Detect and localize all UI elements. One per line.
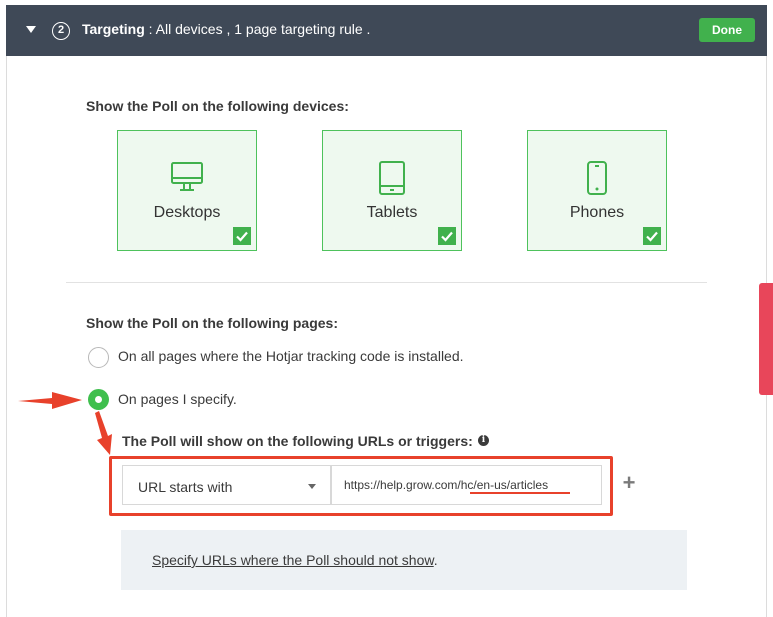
device-label-phones: Phones: [569, 204, 625, 221]
check-icon: [643, 227, 661, 245]
done-button[interactable]: Done: [699, 18, 755, 42]
section-divider: [66, 282, 707, 283]
check-icon: [233, 227, 251, 245]
desktop-icon: [171, 162, 203, 191]
header-title-summary: : All devices , 1 page targeting rule .: [144, 21, 371, 37]
device-label-desktops: Desktops: [153, 204, 221, 221]
chevron-down-icon: [308, 484, 316, 489]
device-card-phones[interactable]: Phones: [527, 130, 667, 251]
header-title-bold: Targeting: [82, 21, 145, 37]
exclude-urls-suffix: .: [433, 552, 438, 568]
device-label-tablets: Tablets: [366, 204, 418, 221]
radio-all-pages[interactable]: [88, 347, 109, 368]
header-title: Targeting : All devices , 1 page targeti…: [82, 21, 370, 37]
step-number-badge: 2: [52, 22, 70, 40]
exclude-urls-box: Specify URLs where the Poll should not s…: [121, 530, 687, 590]
targeting-header[interactable]: 2 Targeting : All devices , 1 page targe…: [6, 5, 767, 56]
radio-specific-pages[interactable]: [88, 389, 109, 410]
devices-heading: Show the Poll on the following devices:: [86, 98, 349, 114]
info-icon[interactable]: i: [478, 435, 489, 446]
url-match-select-value: URL starts with: [138, 479, 233, 495]
feedback-side-tab[interactable]: [759, 283, 773, 395]
exclude-urls-link[interactable]: Specify URLs where the Poll should not s…: [152, 552, 434, 568]
device-card-desktops[interactable]: Desktops: [117, 130, 257, 251]
tablet-icon: [379, 161, 405, 195]
device-card-tablets[interactable]: Tablets: [322, 130, 462, 251]
url-rules-heading: The Poll will show on the following URLs…: [122, 433, 473, 449]
collapse-caret-icon[interactable]: [26, 26, 36, 33]
url-match-select[interactable]: URL starts with: [122, 465, 331, 505]
radio-specific-pages-label: On pages I specify.: [118, 391, 237, 407]
add-rule-plus-icon[interactable]: +: [620, 472, 638, 494]
pages-heading: Show the Poll on the following pages:: [86, 315, 338, 331]
url-input[interactable]: [331, 465, 602, 505]
phone-icon: [587, 161, 607, 195]
radio-all-pages-label: On all pages where the Hotjar tracking c…: [118, 348, 464, 364]
annotation-underline: [470, 492, 570, 494]
check-icon: [438, 227, 456, 245]
exclude-urls-text: Specify URLs where the Poll should not s…: [152, 552, 438, 568]
